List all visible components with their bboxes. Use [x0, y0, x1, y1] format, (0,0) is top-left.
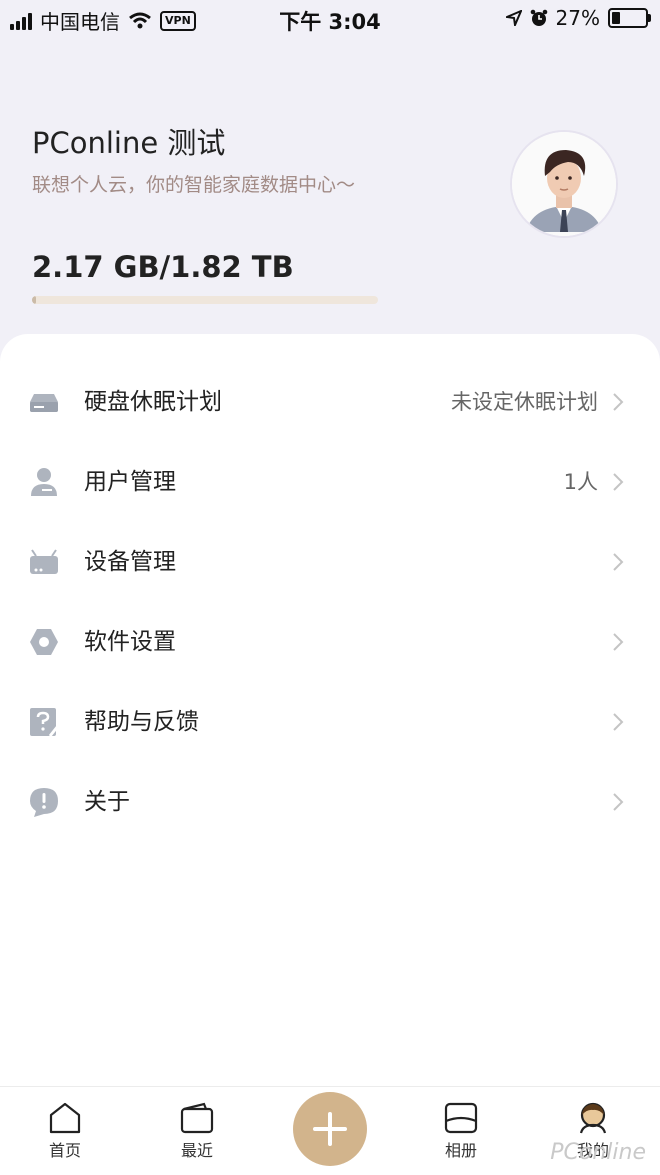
- chevron-right-icon: [613, 553, 624, 571]
- menu-label: 软件设置: [84, 629, 176, 655]
- menu-value: 未设定休眠计划: [451, 390, 598, 414]
- album-icon: [444, 1102, 478, 1134]
- watermark: PConline: [550, 1140, 646, 1165]
- user-icon: [31, 468, 57, 496]
- menu-label: 帮助与反馈: [84, 709, 199, 735]
- location-icon: [505, 10, 522, 26]
- info-icon: [30, 788, 58, 817]
- storage-usage: 2.17 GB/1.82 TB: [32, 250, 294, 284]
- chevron-right-icon: [613, 473, 624, 491]
- gear-icon: [30, 629, 58, 655]
- battery-icon: [608, 8, 651, 28]
- page-title: PConline 测试: [32, 126, 226, 160]
- chevron-right-icon: [613, 393, 624, 411]
- disk-icon: [30, 394, 58, 412]
- status-bar: 中国电信 VPN 下午 3:04 27%: [0, 0, 660, 40]
- plus-icon: [313, 1112, 347, 1146]
- tab-label: 首页: [48, 1141, 81, 1160]
- add-button[interactable]: [293, 1092, 367, 1166]
- menu-item-disk-sleep[interactable]: 硬盘休眠计划 未设定休眠计划: [0, 362, 660, 442]
- tab-home[interactable]: 首页: [25, 1101, 105, 1161]
- menu-label: 用户管理: [84, 469, 176, 495]
- menu-item-device-management[interactable]: 设备管理: [0, 522, 660, 602]
- tab-album[interactable]: 相册: [421, 1101, 501, 1161]
- settings-card: 硬盘休眠计划 未设定休眠计划 用户管理 1人 设备管理 软件设置 帮助与反馈 关…: [0, 334, 660, 1094]
- chevron-right-icon: [613, 793, 624, 811]
- storage-progress-fill: [32, 296, 37, 304]
- menu-item-user-management[interactable]: 用户管理 1人: [0, 442, 660, 522]
- menu-label: 设备管理: [84, 549, 176, 575]
- profile-icon: [579, 1102, 607, 1134]
- menu-item-help-feedback[interactable]: 帮助与反馈: [0, 682, 660, 762]
- menu-value: 1人: [563, 470, 598, 494]
- router-icon: [30, 549, 58, 574]
- page-subtitle: 联想个人云，你的智能家庭数据中心～: [32, 174, 356, 196]
- menu-item-about[interactable]: 关于: [0, 762, 660, 842]
- tab-recent[interactable]: 最近: [157, 1101, 237, 1161]
- help-icon: [30, 708, 60, 737]
- alarm-icon: [530, 9, 547, 26]
- home-icon: [49, 1102, 81, 1134]
- chevron-right-icon: [613, 633, 624, 651]
- menu-label: 关于: [84, 789, 130, 815]
- chevron-right-icon: [613, 713, 624, 731]
- avatar[interactable]: [512, 132, 616, 236]
- tab-label: 最近: [180, 1141, 213, 1160]
- folder-icon: [180, 1102, 214, 1134]
- tab-label: 相册: [444, 1141, 477, 1160]
- menu-label: 硬盘休眠计划: [84, 389, 222, 415]
- storage-progress-bar: [32, 296, 378, 304]
- menu-item-software-settings[interactable]: 软件设置: [0, 602, 660, 682]
- battery-percent: 27%: [555, 6, 600, 30]
